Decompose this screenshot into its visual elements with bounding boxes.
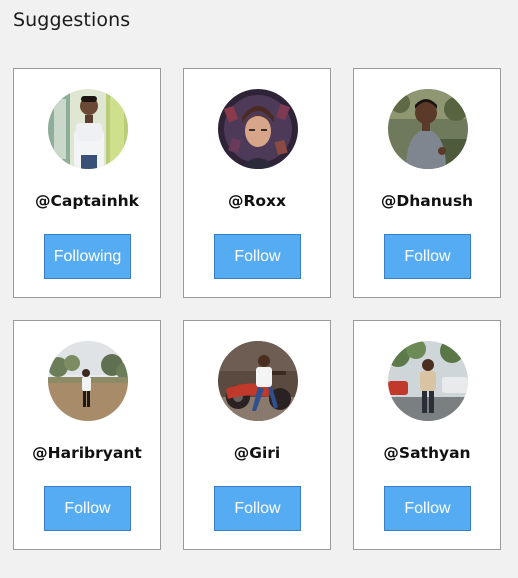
suggestions-panel: Suggestions @Captainhk Following @Roxx F… (0, 0, 518, 578)
follow-button[interactable]: Follow (44, 486, 131, 531)
follow-button[interactable]: Follow (384, 486, 471, 531)
follow-button[interactable]: Follow (214, 486, 301, 531)
username[interactable]: @Roxx (184, 192, 330, 210)
avatar[interactable] (218, 341, 298, 421)
username[interactable]: @Captainhk (14, 192, 160, 210)
follow-button[interactable]: Follow (384, 234, 471, 279)
following-button[interactable]: Following (44, 234, 131, 279)
suggestion-card-sathyan: @Sathyan Follow (353, 320, 501, 550)
suggestion-card-haribryant: @Haribryant Follow (13, 320, 161, 550)
suggestion-card-giri: @Giri Follow (183, 320, 331, 550)
avatar[interactable] (48, 341, 128, 421)
section-heading: Suggestions (13, 9, 131, 31)
avatar[interactable] (388, 341, 468, 421)
username[interactable]: @Giri (184, 444, 330, 462)
username[interactable]: @Haribryant (14, 444, 160, 462)
suggestion-card-captainhk: @Captainhk Following (13, 68, 161, 298)
avatar[interactable] (218, 89, 298, 169)
follow-button[interactable]: Follow (214, 234, 301, 279)
avatar[interactable] (388, 89, 468, 169)
suggestion-card-roxx: @Roxx Follow (183, 68, 331, 298)
username[interactable]: @Sathyan (354, 444, 500, 462)
suggestion-card-dhanush: @Dhanush Follow (353, 68, 501, 298)
username[interactable]: @Dhanush (354, 192, 500, 210)
avatar[interactable] (48, 89, 128, 169)
